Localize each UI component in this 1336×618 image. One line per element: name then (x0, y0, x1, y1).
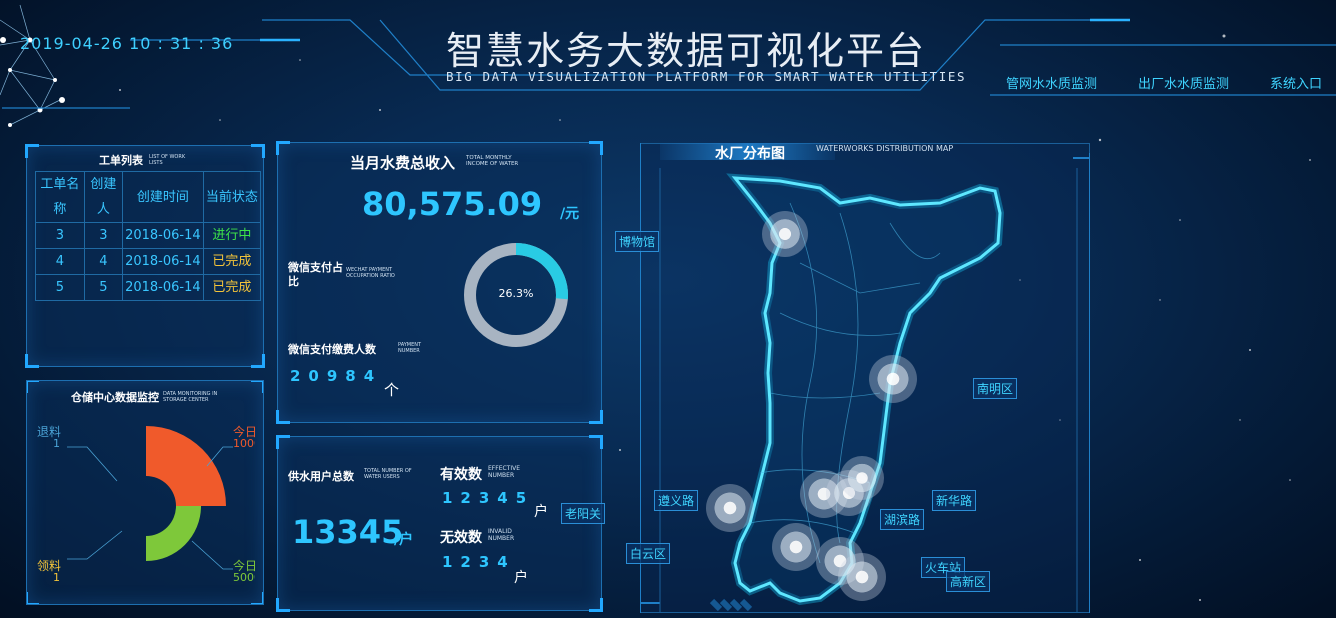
users-total: 13345 (292, 513, 404, 551)
cell-creator: 3 (83, 222, 124, 249)
work-order-scroll[interactable]: 工单名称 创建人 创建时间 当前状态 3 3 2018-06-14 进行中 4 … (27, 146, 265, 366)
place-tag-nanming[interactable]: 南明区 (973, 378, 1018, 399)
invalid-en: INVALID NUMBER (488, 528, 515, 542)
cell-creator: 5 (83, 274, 124, 301)
waterworks-marker[interactable] (838, 553, 886, 601)
invalid-unit: 户 (514, 570, 528, 586)
nav-system-entry[interactable]: 系统入口 (1270, 73, 1322, 92)
place-tag-gaoxin[interactable]: 高新区 (946, 571, 991, 592)
cell-name: 4 (35, 248, 85, 275)
warehouse-chart (67, 426, 233, 570)
column-header-creator: 创建人 (90, 177, 117, 217)
work-order-panel: 工单列表 LIST OF WORK LISTS 工单名称 创建人 创建时间 当前… (25, 144, 265, 368)
column-header: 创建时间 (122, 171, 204, 223)
cell-time: 2018-06-14 (122, 248, 204, 275)
invalid-value: 1234 (442, 553, 516, 571)
valid-label: 有效数 (440, 467, 482, 483)
valid-value: 12345 (442, 489, 535, 507)
table-row[interactable]: 5 5 2018-06-14 已完成 (35, 274, 262, 301)
column-header-name: 工单名称 (40, 177, 80, 217)
column-header: 工单名称 (35, 171, 85, 223)
waterworks-marker[interactable] (762, 211, 808, 257)
cell-creator: 4 (83, 248, 124, 275)
payers-label: 微信支付缴费人数 (288, 343, 376, 356)
place-tag-baiyun[interactable]: 白云区 (626, 543, 671, 564)
users-title-en: TOTAL NUMBER OF WATER USERS (364, 468, 412, 480)
users-total-unit: /户 (394, 532, 414, 548)
revenue-unit: /元 (560, 206, 580, 222)
valid-unit: 户 (534, 504, 548, 520)
table-header-row: 工单名称 创建人 创建时间 当前状态 (35, 171, 262, 223)
cell-status: 已完成 (202, 248, 262, 275)
users-panel: 供水用户总数 TOTAL NUMBER OF WATER USERS 13345… (276, 435, 603, 612)
datetime-display: 2019-04-26 10 : 31 : 36 (20, 34, 234, 53)
warehouse-bottom-segment (146, 506, 201, 561)
cell-time: 2018-06-14 (122, 222, 204, 249)
cell-time: 2018-06-14 (122, 274, 204, 301)
page-subtitle: BIG DATA VISUALIZATION PLATFORM FOR SMAR… (446, 69, 967, 84)
place-tag-museum[interactable]: 博物馆 (615, 231, 660, 252)
page-title: 智慧水务大数据可视化平台 (446, 29, 927, 73)
wechat-ratio-value: 26.3% (498, 287, 534, 300)
invalid-label: 无效数 (440, 530, 482, 546)
waterworks-marker[interactable] (772, 523, 820, 571)
payers-en: PAYMENT NUMBER (398, 342, 422, 354)
cell-status: 已完成 (202, 274, 262, 301)
wechat-ratio-en: WECHAT PAYMENT OCCUPATION RATIO (346, 267, 395, 279)
revenue-amount: 80,575.09 (362, 185, 543, 223)
picked-value: 1 (53, 571, 60, 584)
place-tag-xinhua-road[interactable]: 新华路 (932, 490, 977, 511)
waterworks-marker[interactable] (840, 456, 884, 500)
wechat-ratio-label: 微信支付占比 (288, 261, 343, 288)
valid-en: EFFECTIVE NUMBER (488, 465, 521, 479)
cell-status: 进行中 (202, 222, 262, 249)
work-order-table: 工单名称 创建人 创建时间 当前状态 3 3 2018-06-14 进行中 4 … (35, 171, 262, 301)
payers-unit: 个 (384, 381, 400, 399)
place-tag-laoyangguan[interactable]: 老阳关 (561, 503, 606, 524)
revenue-panel: 当月水费总收入 TOTAL MONTHLY INCOME OF WATER 80… (276, 141, 603, 424)
waterworks-marker[interactable] (869, 355, 917, 403)
nav-plant-water-quality[interactable]: 出厂水水质监测 (1138, 73, 1229, 92)
place-tag-hubin-road[interactable]: 湖滨路 (880, 509, 925, 530)
waterworks-marker[interactable] (706, 484, 754, 532)
table-row[interactable]: 4 4 2018-06-14 已完成 (35, 248, 262, 275)
users-title: 供水用户总数 (288, 470, 354, 483)
place-tag-zunyi-road[interactable]: 遵义路 (654, 490, 699, 511)
today-bottom-value: 5000 (233, 571, 255, 584)
revenue-title: 当月水费总收入 (350, 154, 456, 172)
column-header: 创建人 (83, 171, 124, 223)
returned-value: 1 (53, 437, 60, 450)
column-header-status: 当前状态 (205, 189, 258, 205)
nav-pipe-water-quality[interactable]: 管网水水质监测 (1006, 73, 1097, 92)
cell-name: 3 (35, 222, 85, 249)
cell-name: 5 (35, 274, 85, 301)
map-canvas[interactable] (640, 143, 1090, 613)
today-top-value: 1000 (233, 437, 255, 450)
warehouse-top-segment (146, 426, 226, 506)
revenue-title-en: TOTAL MONTHLY INCOME OF WATER (466, 155, 519, 167)
column-header: 当前状态 (202, 171, 262, 223)
warehouse-panel: 仓储中心数据监控 DATA MONITORING IN STORAGE CENT… (26, 380, 264, 605)
table-row[interactable]: 3 3 2018-06-14 进行中 (35, 222, 262, 249)
payers-value: 20984 (290, 367, 383, 385)
column-header-time: 创建时间 (136, 189, 189, 205)
